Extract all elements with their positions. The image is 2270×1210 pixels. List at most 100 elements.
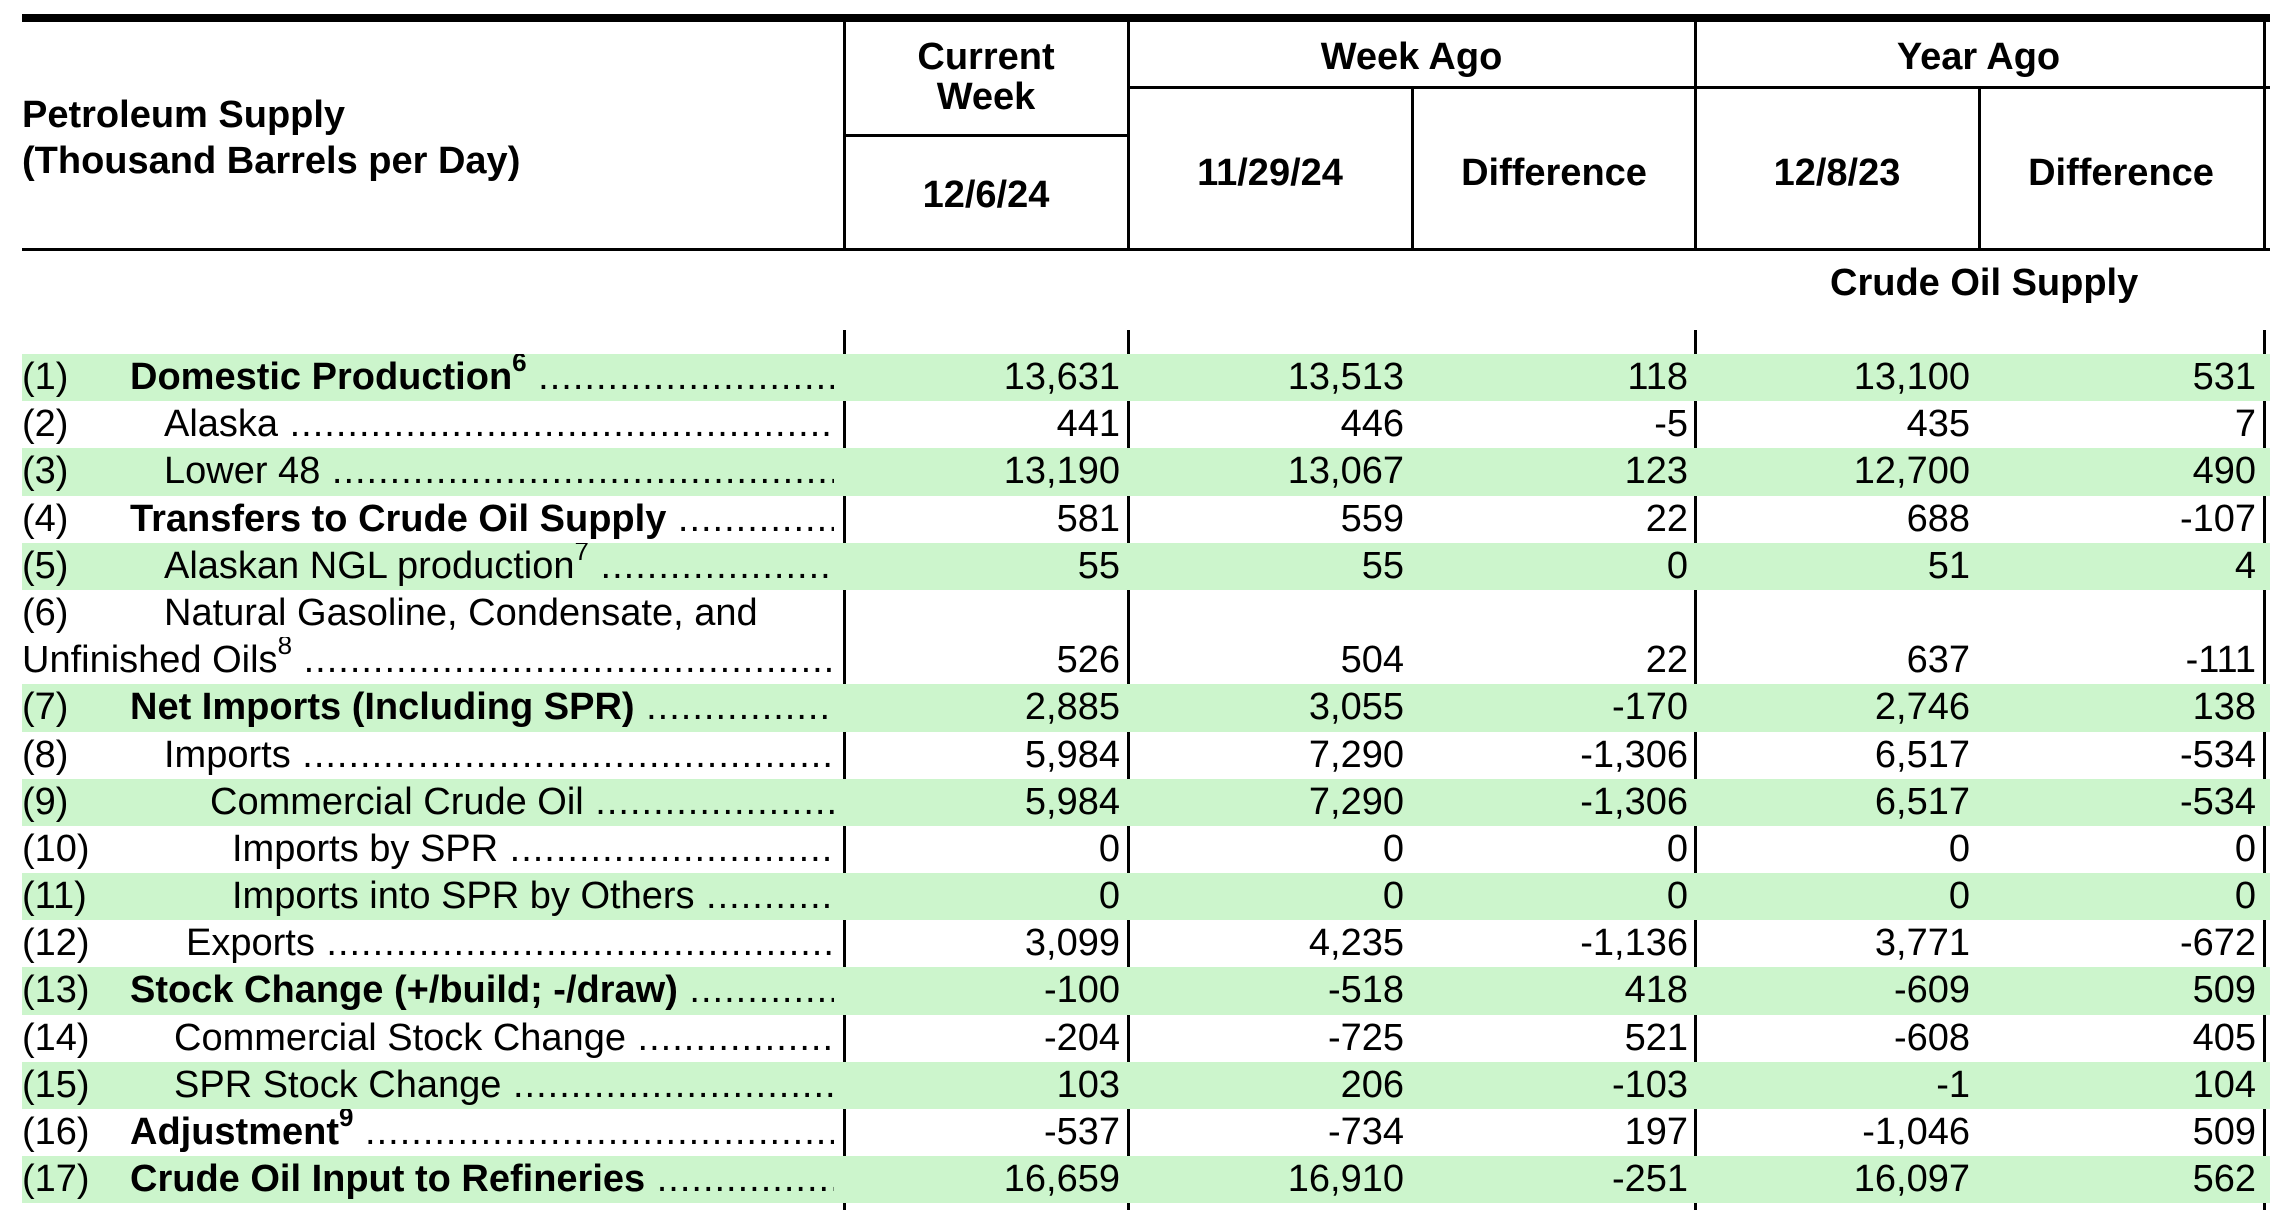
table-row: (12) Exports ............................… [22, 920, 2270, 967]
section-title: Crude Oil Supply [1830, 262, 2139, 304]
table-row: (5) Alaskan NGL production7 .............… [22, 542, 2270, 590]
week-ago-header: Week Ago [1320, 36, 1503, 78]
year-ago-value: 435 [1906, 403, 1970, 446]
rule-current-week-under [843, 134, 1129, 137]
leader-dots: ........................................… [689, 969, 834, 1012]
table-row: (4) Transfers to Crude Oil Supply .......… [22, 496, 2270, 543]
row-number: (2) [22, 403, 69, 446]
week-ago-value: 446 [1340, 403, 1404, 446]
col-divider-6 [2263, 20, 2266, 250]
table-row: (7) Net Imports (Including SPR) .........… [22, 684, 2270, 732]
row-label-text: Natural Gasoline, Condensate, and [164, 591, 758, 634]
row-label: (14) Commercial Stock Change ............… [22, 1015, 834, 1062]
leader-dots: ........................................… [600, 544, 834, 587]
table-row: (6) Natural Gasoline, Condensate, and Unfi… [22, 590, 2270, 684]
row-label-text: Crude Oil Input to Refineries ..........… [130, 1156, 834, 1203]
top-rule [22, 14, 2270, 22]
row-number: (11) [22, 875, 87, 918]
year-ago-value: 6,517 [1874, 780, 1970, 823]
leader-dots: ........................................… [365, 1111, 834, 1154]
leader-dots: ........................................… [303, 639, 834, 682]
table-row: (2) Alaska ..............................… [22, 401, 2270, 448]
table-row: (1) Domestic Production6 ................… [22, 354, 2270, 402]
row-number: (17) [22, 1158, 90, 1201]
week-ago-value: 0 [1382, 875, 1404, 918]
week-ago-difference-value: -251 [1611, 1158, 1688, 1201]
year-ago-value: 13,100 [1853, 356, 1970, 398]
leader-dots: ........................................… [677, 497, 834, 540]
year-ago-date: 12/8/23 [1773, 152, 1901, 194]
row-number: (8) [22, 733, 69, 776]
week-ago-value: 55 [1361, 544, 1404, 587]
row-label: (10) Imports by SPR .....................… [22, 826, 834, 873]
week-ago-difference-value: -5 [1654, 403, 1688, 446]
leader-dots: ........................................… [512, 1063, 834, 1106]
table-row: (8) Imports .............................… [22, 732, 2270, 779]
year-ago-difference-value: -534 [2179, 733, 2256, 776]
row-number: (5) [22, 544, 69, 587]
row-label-text: Alaskan NGL production7 ................… [164, 543, 834, 590]
year-ago-difference-value: 7 [2234, 403, 2256, 446]
current-week-value: 3,099 [1024, 922, 1120, 965]
row-number: (6) [22, 591, 69, 634]
table-row: (11) Imports into SPR by Others .........… [22, 873, 2270, 921]
row-label-text: Adjustment9 ............................… [130, 1109, 834, 1156]
row-label: (11) Imports into SPR by Others .........… [22, 873, 834, 920]
leader-dots: ........................................… [326, 922, 834, 965]
row-label: (16) Adjustment9 ........................… [22, 1109, 834, 1156]
leader-dots: ........................................… [289, 403, 834, 446]
row-number: (1) [22, 356, 69, 398]
col-divider-3 [1411, 88, 1414, 250]
week-ago-difference-value: 22 [1645, 497, 1688, 540]
row-label: (9) Commercial Crude Oil ................… [22, 779, 834, 826]
row-number: (7) [22, 686, 69, 729]
row-label: (6) Natural Gasoline, Condensate, and [22, 590, 834, 637]
year-ago-value: -1,046 [1862, 1111, 1970, 1154]
current-week-value: 55 [1077, 544, 1120, 587]
row-label-text: SPR Stock Change .......................… [174, 1062, 834, 1109]
row-label-text: Exports ................................… [186, 920, 834, 967]
row-label-text: Commercial Stock Change ................… [174, 1015, 834, 1062]
week-ago-value: -725 [1327, 1016, 1404, 1059]
col-divider-5 [1978, 88, 1981, 250]
row-label-text: Net Imports (Including SPR) ............… [130, 684, 834, 731]
table-row: (10) Imports by SPR .....................… [22, 826, 2270, 873]
current-week-value: 581 [1056, 497, 1120, 540]
year-ago-difference-value: 562 [2192, 1158, 2256, 1201]
row-label-text: Unfinished Oils8 .......................… [22, 637, 834, 684]
leader-dots: ........................................… [331, 450, 834, 493]
row-label: (1) Domestic Production6 ................… [22, 354, 834, 401]
row-number: (4) [22, 497, 69, 540]
footnote-marker: 6 [512, 354, 527, 378]
year-ago-difference-value: 0 [2234, 827, 2256, 870]
week-ago-value: 559 [1340, 497, 1404, 540]
row-label: (2) Alaska ..............................… [22, 401, 834, 448]
week-ago-difference-value: 22 [1645, 639, 1688, 682]
week-ago-value: 7,290 [1308, 733, 1404, 776]
week-ago-value: 7,290 [1308, 780, 1404, 823]
week-ago-difference-value: -103 [1611, 1063, 1688, 1106]
year-ago-difference-value: 509 [2192, 969, 2256, 1012]
row-number: (12) [22, 922, 90, 965]
week-ago-value: 13,513 [1287, 356, 1404, 398]
year-ago-difference-value: 405 [2192, 1016, 2256, 1059]
week-ago-value: 4,235 [1308, 922, 1404, 965]
week-ago-difference-value: 197 [1624, 1111, 1688, 1154]
row-label: (7) Net Imports (Including SPR) .........… [22, 684, 834, 731]
current-week-header: Current Week [917, 36, 1055, 118]
week-ago-difference-value: 0 [1666, 544, 1688, 587]
table-row: (15) SPR Stock Change ...................… [22, 1061, 2270, 1110]
current-week-value: 13,631 [1003, 356, 1120, 398]
leader-dots: ........................................… [656, 1158, 834, 1201]
row-label: (13) Stock Change (+/build; -/draw) .....… [22, 967, 834, 1014]
year-ago-difference-value: -672 [2179, 922, 2256, 965]
current-week-value: -100 [1043, 969, 1120, 1012]
table-title-line2: (Thousand Barrels per Day) [22, 140, 521, 182]
year-ago-value: 2,746 [1874, 686, 1970, 729]
year-ago-value: 16,097 [1853, 1158, 1970, 1201]
leader-dots: ........................................… [637, 1016, 834, 1059]
current-week-value: 526 [1056, 639, 1120, 682]
week-ago-value: 16,910 [1287, 1158, 1404, 1201]
week-ago-difference: Difference [1461, 152, 1647, 194]
row-label: (8) Imports .............................… [22, 732, 834, 779]
